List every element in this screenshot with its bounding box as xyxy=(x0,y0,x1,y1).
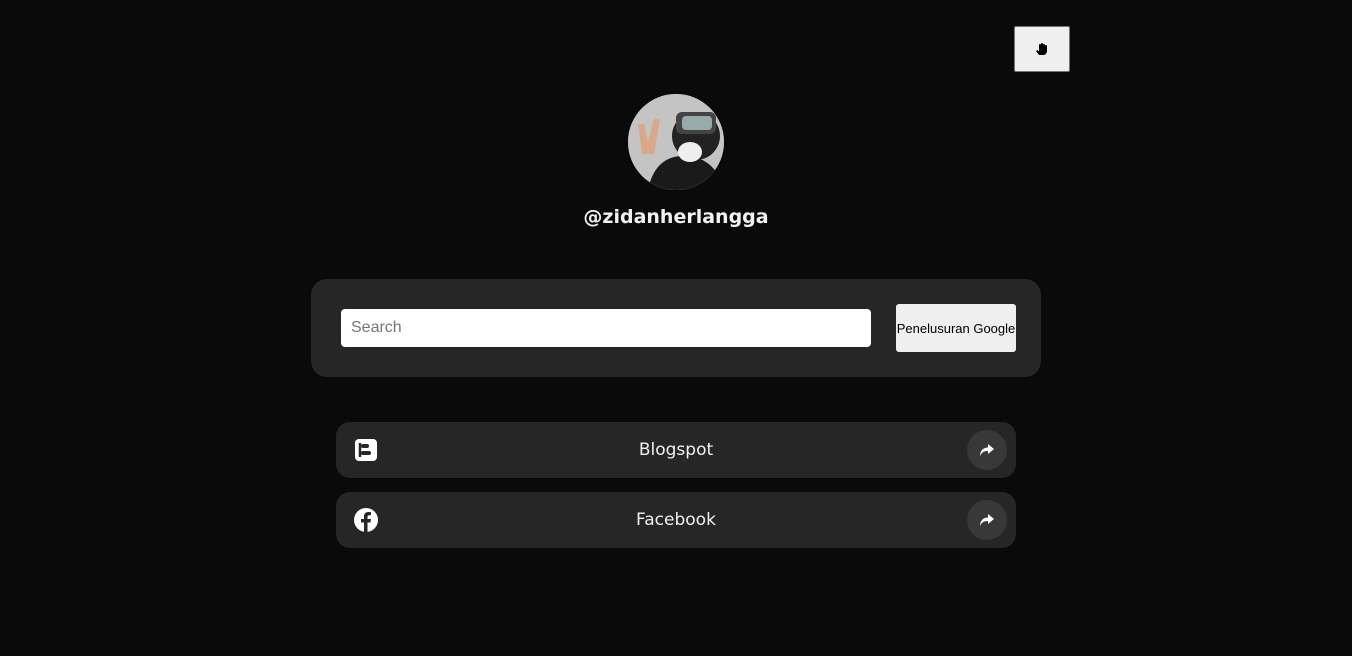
search-card: Penelusuran Google xyxy=(311,279,1041,377)
hand-icon xyxy=(1036,43,1047,55)
share-icon xyxy=(980,444,994,456)
link-blogspot[interactable]: Blogspot xyxy=(336,422,1016,478)
link-facebook[interactable]: Facebook xyxy=(336,492,1016,548)
hand-toggle-button[interactable] xyxy=(1014,26,1070,72)
facebook-icon xyxy=(354,508,378,532)
profile-username: @zidanherlangga xyxy=(583,206,769,228)
link-label: Blogspot xyxy=(638,440,714,460)
link-label: Facebook xyxy=(636,510,716,530)
share-button[interactable] xyxy=(967,430,1007,470)
blogger-icon xyxy=(355,439,377,461)
share-icon xyxy=(980,514,994,526)
share-button[interactable] xyxy=(967,500,1007,540)
search-input[interactable] xyxy=(341,309,871,347)
profile-avatar xyxy=(628,94,724,190)
google-search-button[interactable]: Penelusuran Google xyxy=(896,304,1016,352)
